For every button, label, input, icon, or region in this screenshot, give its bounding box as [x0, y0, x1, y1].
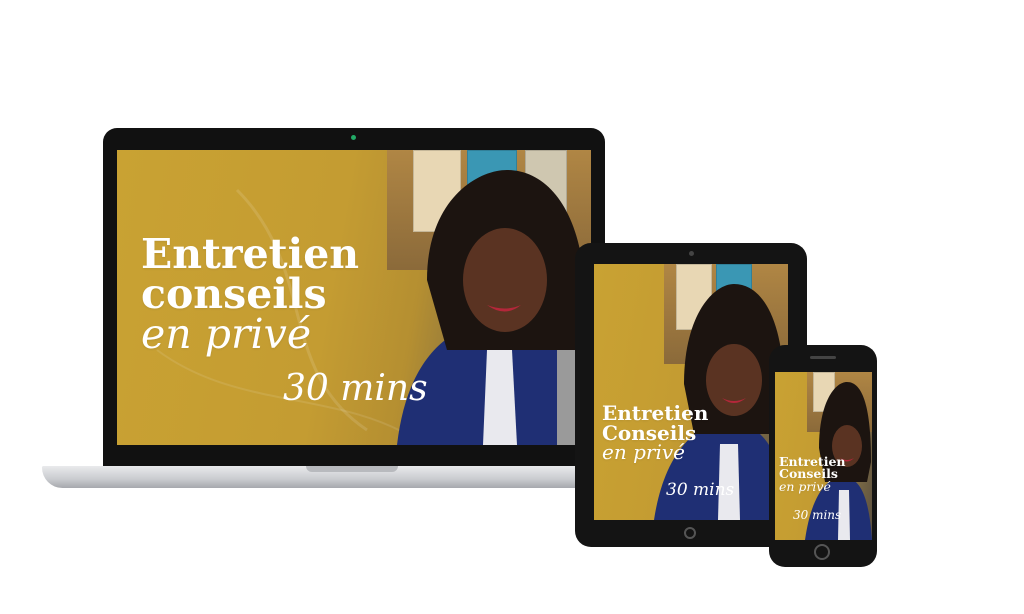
phone-duration: 30 mins	[793, 508, 842, 522]
phone-home-button[interactable]	[814, 544, 830, 560]
tablet-screen: Entretien Conseils en privé 30 mins	[594, 264, 788, 520]
laptop-camera	[351, 135, 356, 140]
tablet-camera	[689, 251, 694, 256]
laptop-title: Entretien conseils en privé	[141, 230, 360, 359]
laptop-duration: 30 mins	[283, 368, 428, 409]
title-line: en privé	[602, 440, 685, 465]
title-line: en privé	[779, 478, 831, 494]
tablet-duration: 30 mins	[666, 480, 735, 500]
tablet-home-button[interactable]	[684, 527, 696, 539]
tablet-title: Entretien Conseils en privé	[602, 403, 708, 465]
phone-speaker	[810, 356, 836, 359]
phone-screen: Entretien Conseils en privé 30 mins	[775, 372, 872, 540]
title-line: conseils	[141, 270, 327, 319]
title-line: en privé	[141, 310, 312, 359]
laptop-notch	[306, 466, 398, 472]
laptop-screen: Entretien conseils en privé 30 mins	[117, 150, 591, 445]
phone-title: Entretien Conseils en privé	[779, 455, 846, 494]
title-line: Entretien	[141, 230, 360, 278]
